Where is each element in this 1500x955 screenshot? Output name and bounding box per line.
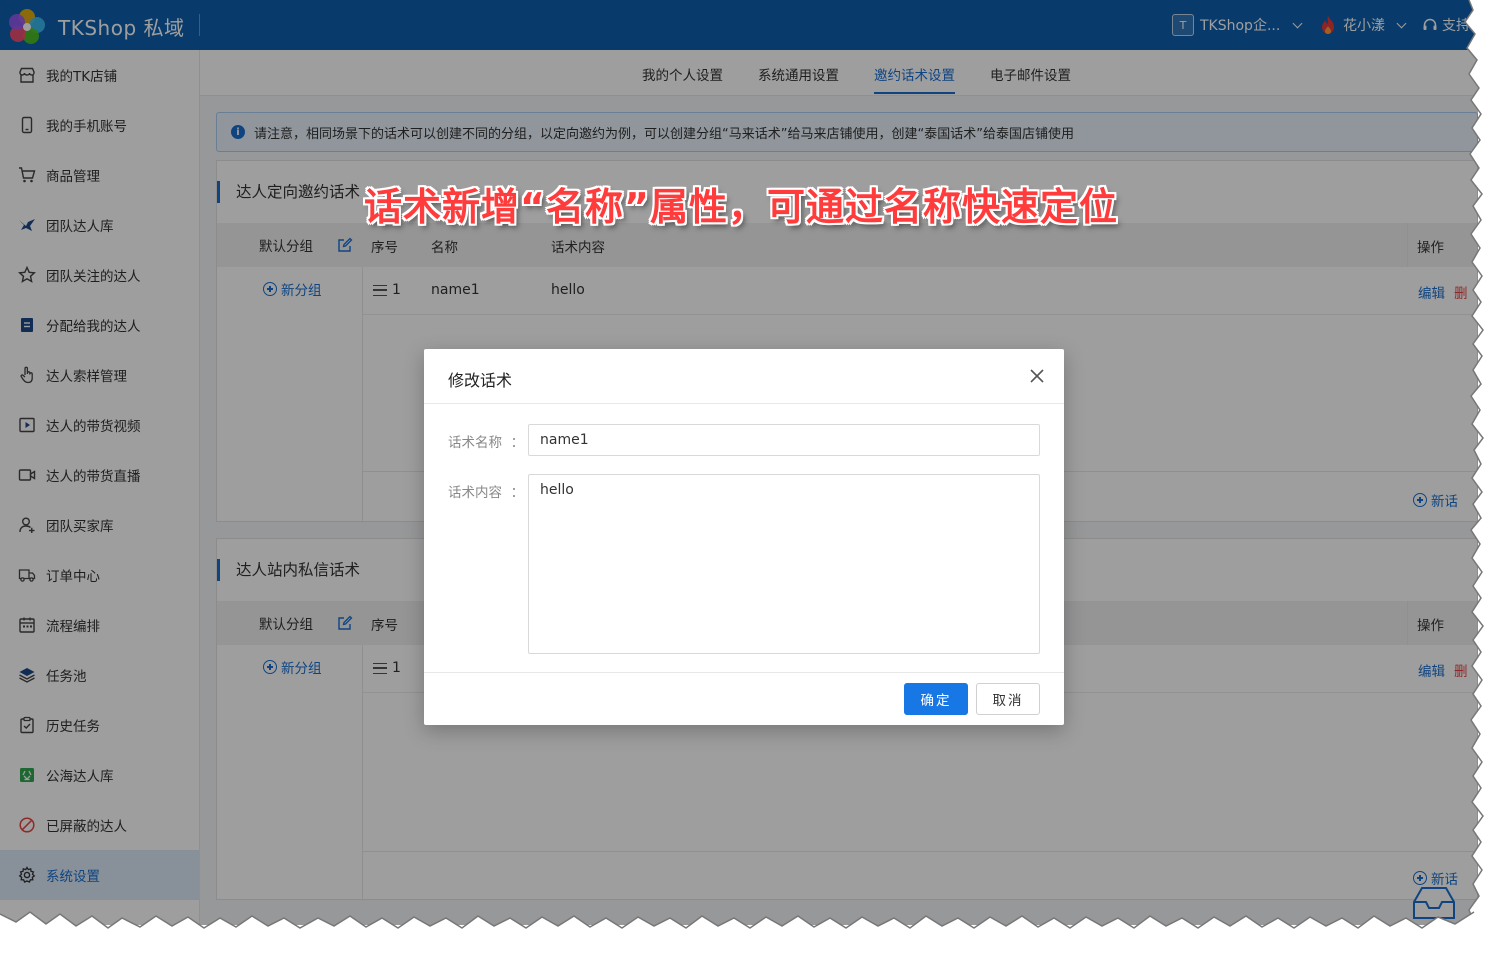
edit-script-dialog: 修改话术 话术名称 ： name1 话术内容 ： hello 确定 取消: [424, 349, 1064, 725]
script-name-input[interactable]: name1: [528, 424, 1040, 456]
annotation-callout: 话术新增“名称”属性，可通过名称快速定位: [364, 185, 1118, 229]
dialog-title: 修改话术: [448, 371, 513, 390]
torn-edge-bottom: [0, 900, 1500, 955]
cancel-button[interactable]: 取消: [976, 683, 1040, 715]
close-icon[interactable]: [1028, 367, 1046, 385]
app-window: TKShop 私域 T TKShop企... 花小漾 支持 我的TK店铺 我的手…: [0, 0, 1478, 925]
script-content-label: 话术内容 ：: [448, 485, 525, 501]
torn-edge-right: [1464, 0, 1500, 926]
script-content-textarea[interactable]: hello: [528, 474, 1040, 654]
confirm-button[interactable]: 确定: [904, 683, 968, 715]
dialog-header-divider: [424, 403, 1064, 404]
dialog-footer-divider: [424, 672, 1064, 673]
script-name-label: 话术名称 ：: [448, 435, 525, 451]
